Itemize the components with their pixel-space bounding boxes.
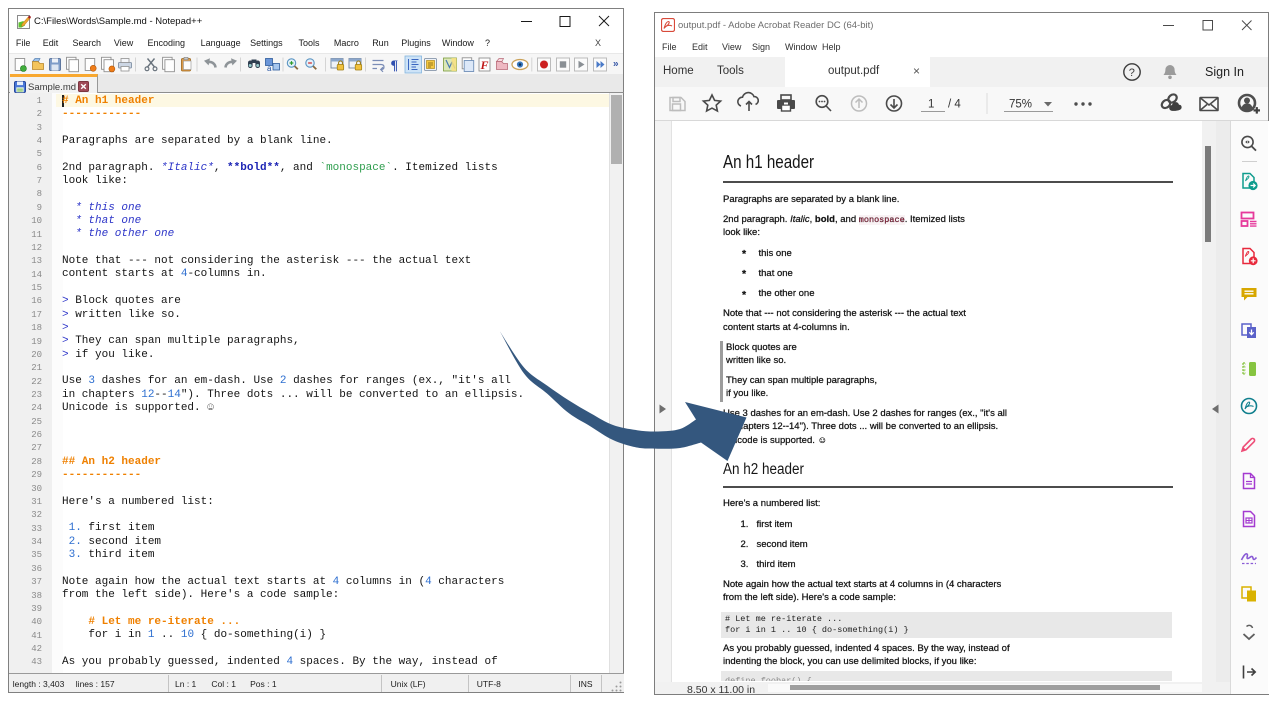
svg-text:/ 4: / 4 — [948, 99, 961, 111]
svg-text:¶: ¶ — [391, 59, 399, 74]
svg-text:1: 1 — [928, 99, 934, 111]
svg-text:F: F — [480, 58, 489, 72]
svg-text:»: » — [613, 59, 619, 70]
svg-text:a: a — [267, 64, 272, 73]
svg-text:75%: 75% — [1009, 99, 1032, 111]
svg-text:?: ? — [1129, 67, 1135, 79]
